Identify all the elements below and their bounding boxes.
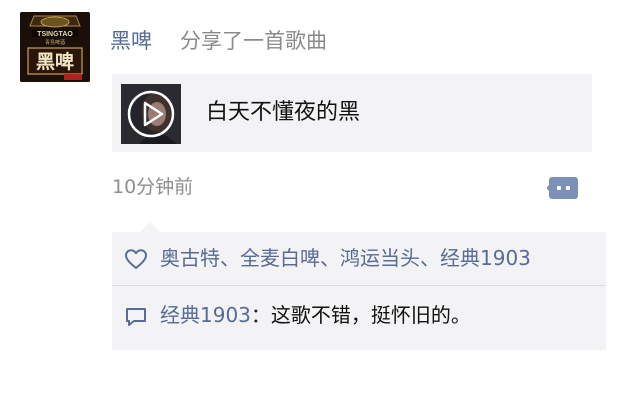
likes-row: 奥古特、全麦白啤、鸿运当头、经典1903 bbox=[112, 232, 606, 286]
play-circle-icon[interactable] bbox=[121, 84, 181, 144]
comment-separator: ： bbox=[250, 303, 271, 327]
song-title: 白天不懂夜的黑 bbox=[206, 100, 361, 125]
svg-text:黑啤: 黑啤 bbox=[36, 50, 74, 73]
comment-bubble-icon bbox=[126, 308, 146, 326]
interaction-panel: 奥古特、全麦白啤、鸿运当头、经典1903 经典1903：这歌不错，挺怀旧的。 bbox=[112, 222, 606, 350]
post-timestamp: 10分钟前 bbox=[112, 176, 194, 198]
share-action-text: 分享了一首歌曲 bbox=[180, 29, 327, 53]
liked-by-names[interactable]: 奥古特、全麦白啤、鸿运当头、经典1903 bbox=[160, 245, 531, 271]
panel-pointer bbox=[140, 222, 160, 232]
avatar[interactable]: TSINGTAO 青島啤酒 黑啤 bbox=[20, 12, 90, 82]
comments-list: 经典1903：这歌不错，挺怀旧的。 bbox=[112, 286, 606, 350]
comment-dots-icon bbox=[547, 177, 578, 199]
svg-text:TSINGTAO: TSINGTAO bbox=[37, 31, 73, 38]
comment-author-link[interactable]: 经典1903 bbox=[160, 303, 251, 327]
comment-item[interactable]: 经典1903：这歌不错，挺怀旧的。 bbox=[160, 302, 471, 328]
heart-outline-icon bbox=[125, 249, 147, 269]
tsingtao-logo-image: TSINGTAO 青島啤酒 黑啤 bbox=[20, 12, 90, 82]
shared-song-card[interactable]: 白天不懂夜的黑 bbox=[112, 74, 592, 152]
comment-text: 这歌不错，挺怀旧的。 bbox=[270, 303, 471, 327]
comment-options-button[interactable] bbox=[547, 174, 579, 202]
svg-text:青島啤酒: 青島啤酒 bbox=[45, 39, 65, 46]
song-cover[interactable] bbox=[121, 84, 181, 144]
user-name-link[interactable]: 黑啤 bbox=[110, 28, 152, 54]
